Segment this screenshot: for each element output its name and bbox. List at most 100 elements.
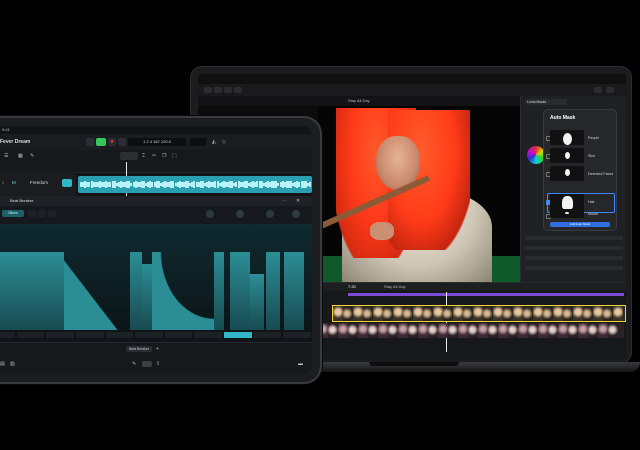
trim-icon[interactable]: ⌶ (142, 153, 145, 159)
share-button[interactable] (606, 87, 614, 93)
inspector-toggle-button[interactable] (594, 87, 602, 93)
record-button[interactable]: ● (108, 138, 116, 146)
slice-editor[interactable] (0, 224, 312, 330)
slice-bar[interactable] (214, 252, 224, 330)
status-bar: 9:41 (0, 126, 312, 134)
slice-bar[interactable] (142, 264, 152, 330)
list-icon[interactable]: ☰ (4, 153, 8, 159)
slice-bar[interactable] (284, 252, 304, 330)
add-icon[interactable]: + (156, 346, 159, 352)
audio-region[interactable] (78, 176, 312, 193)
slice-bar[interactable] (130, 252, 142, 330)
clip-thumbnail (428, 323, 438, 338)
mask-thumb-people (550, 130, 584, 145)
primary-storyline-clip[interactable] (332, 305, 626, 322)
parameter-knob[interactable] (292, 210, 300, 218)
cycle-button[interactable] (118, 138, 126, 146)
slice-label[interactable] (224, 332, 252, 338)
add-auto-mask-button[interactable]: Add Auto Mask (550, 222, 610, 227)
slice-bar[interactable] (230, 252, 250, 330)
clip-thumbnail (603, 306, 613, 321)
mute-icon[interactable]: M (12, 180, 16, 185)
mask-label: Mouth (588, 212, 598, 216)
parameter-knob[interactable] (206, 210, 214, 218)
more-icon[interactable]: ⋯ (282, 198, 287, 204)
clip-thumbnail (328, 323, 338, 338)
slice-bar[interactable] (250, 274, 264, 330)
marquee-icon[interactable]: ⬚ (172, 153, 177, 159)
plugin-option[interactable] (38, 210, 46, 217)
clip-thumbnail (568, 323, 578, 338)
clip-thumbnail (413, 306, 423, 321)
parameter-knob[interactable] (236, 210, 244, 218)
share-icon[interactable]: ⇪ (156, 361, 160, 367)
key-display[interactable] (190, 138, 206, 146)
menubar (198, 74, 626, 84)
slice-decay[interactable] (152, 252, 214, 330)
slice-label[interactable] (194, 332, 223, 338)
connected-clip[interactable] (348, 293, 624, 296)
clip-thumbnail (343, 306, 353, 321)
library-button[interactable] (204, 87, 212, 93)
slice-ramp[interactable] (64, 244, 130, 330)
slices-tab[interactable]: Slices (2, 210, 24, 217)
copy-icon[interactable]: ❐ (162, 153, 166, 159)
clip-thumbnail (453, 306, 463, 321)
beat-breaker-button[interactable]: Beat Breaker (126, 346, 152, 352)
color-wheel[interactable] (527, 146, 545, 164)
close-icon[interactable]: ✕ (296, 198, 300, 204)
plugin-option[interactable] (48, 210, 56, 217)
pencil-icon[interactable]: ✎ (30, 153, 34, 159)
timeline-title: Stay All Day (384, 284, 406, 289)
clip-thumbnail (523, 306, 533, 321)
clip-thumbnail (488, 323, 498, 338)
split-icon[interactable]: ✂ (152, 153, 156, 159)
slice-label[interactable] (164, 332, 193, 338)
pointer-button[interactable] (142, 361, 152, 367)
slice-label[interactable] (0, 332, 15, 338)
clip-thumbnail (338, 323, 348, 338)
pointer-tool[interactable] (120, 152, 138, 160)
clip-thumbnail (528, 323, 538, 338)
laptop-notch (369, 362, 459, 366)
import-button[interactable] (214, 87, 222, 93)
keyboard-icon[interactable]: ▬ (298, 361, 303, 367)
mask-thumb-hair (550, 194, 584, 209)
pencil-icon[interactable]: ✎ (132, 361, 136, 367)
mask-thumb-faces (550, 166, 584, 181)
slice-label[interactable] (46, 332, 74, 338)
secondary-clip[interactable] (318, 323, 624, 338)
track-header[interactable]: 2 M Freedom (0, 172, 76, 196)
clip-thumbnail (498, 323, 508, 338)
slice-label[interactable] (253, 332, 282, 338)
slice-label[interactable] (16, 332, 45, 338)
slice-label[interactable] (105, 332, 134, 338)
slice-label[interactable] (75, 332, 104, 338)
rewind-button[interactable] (86, 138, 94, 146)
clip-thumbnail (608, 323, 618, 338)
tuner-icon[interactable]: ◇ (222, 139, 226, 145)
background-tasks-button[interactable] (234, 87, 242, 93)
slice-bar[interactable] (0, 252, 56, 330)
playhead[interactable] (446, 292, 447, 352)
mask-label: Hair (588, 200, 595, 204)
metronome-icon[interactable]: ◭ (212, 139, 216, 145)
keyword-button[interactable] (224, 87, 232, 93)
plugin-option[interactable] (28, 210, 36, 217)
parameter-knob[interactable] (266, 210, 274, 218)
effect-menu[interactable]: Luma Masks (525, 99, 567, 105)
track-icon[interactable] (62, 179, 72, 187)
mixer-icon[interactable]: ▥ (10, 361, 15, 367)
slice-bar[interactable] (266, 252, 280, 330)
play-button[interactable] (96, 138, 106, 146)
library-icon[interactable]: ▤ (0, 361, 5, 367)
slice-bar[interactable] (56, 252, 64, 330)
clip-thumbnail (433, 306, 443, 321)
clip-thumbnail (583, 306, 593, 321)
clip-thumbnail (348, 323, 358, 338)
video-viewer[interactable] (318, 106, 520, 282)
slice-label[interactable] (283, 332, 311, 338)
grid-icon[interactable]: ▦ (18, 153, 23, 159)
slice-label[interactable] (135, 332, 163, 338)
lcd-display[interactable]: 1 2 4 167 120.0 (128, 138, 186, 146)
